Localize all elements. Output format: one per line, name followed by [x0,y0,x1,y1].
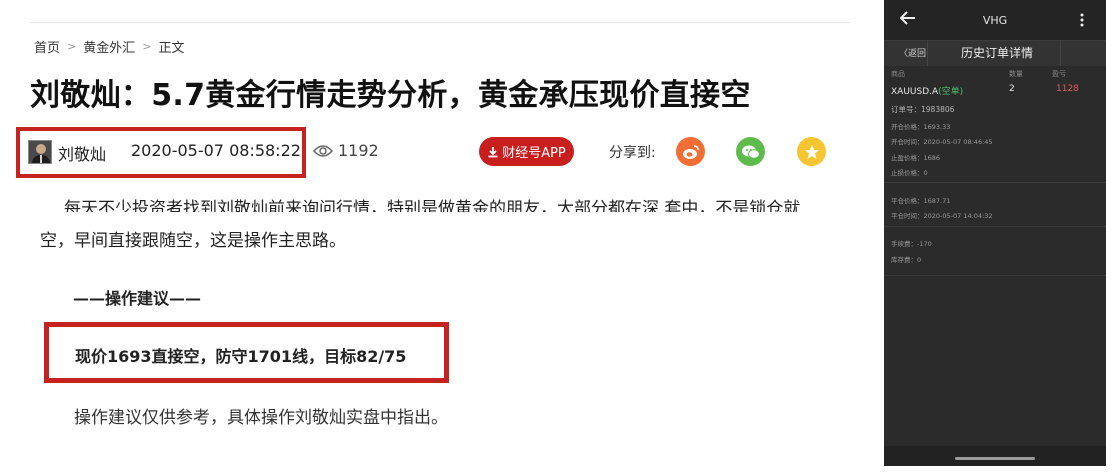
share-favorite-button[interactable] [797,137,826,166]
trade-advice: 现价1693直接空，防守1701线，目标82/75 [75,347,407,366]
close-price: 平仓价格：1687.71 [891,197,951,205]
swap-fee: 库存费：0 [891,256,922,264]
top-divider [30,22,850,23]
view-count: 1192 [313,141,379,160]
article-title: 刘敬灿：5.7黄金行情走势分析，黄金承压现价直接空 [30,78,751,113]
stop-loss-price: 止损价格：0 [891,169,928,177]
divider [1060,40,1061,66]
app-title: VHG [982,14,1008,27]
order-quantity: 2 [1009,84,1015,94]
column-header-profit: 盈亏 [1052,70,1066,78]
screen-title: 历史订单详情 [961,46,1034,60]
share-wechat-button[interactable] [736,137,765,166]
more-vertical-icon[interactable] [1080,13,1084,27]
download-icon [488,146,498,157]
take-profit-price: 止盈价格：1686 [891,154,941,162]
breadcrumb-separator: > [142,40,152,53]
weibo-icon [682,144,699,159]
finance-app-button[interactable]: 财经号APP [479,137,574,166]
article-paragraph-clipped: 每天不少投资者找到刘敬灿前来询问行情，特别是做黄金的朋友，大部分都在深 套中，不… [30,199,850,212]
open-price: 开仓价格：1693.33 [891,123,951,131]
order-direction: (空单) [938,87,964,97]
advice-disclaimer: 操作建议仅供参考，具体操作刘敬灿实盘中指出。 [74,408,448,428]
avatar[interactable] [28,140,52,164]
view-count-value: 1192 [338,141,379,160]
finance-app-label: 财经号APP [502,146,566,161]
breadcrumb-home[interactable]: 首页 [34,37,60,56]
article-panel: 首页 > 黄金外汇 > 正文 刘敬灿：5.7黄金行情走势分析，黄金承压现价直接空… [0,0,870,475]
commission: 手续费：-170 [891,240,932,248]
open-time: 开仓时间：2020-05-07 08:46:45 [891,138,993,146]
phone-screenshot: VHG 〈返回 历史订单详情 商品 数量 盈亏 XAUUSD.A(空单) 2 1… [884,0,1106,466]
author-name[interactable]: 刘敬灿 [58,141,106,165]
order-number: 订单号：1983806 [891,105,955,114]
section-divider [884,275,1106,276]
close-time: 平仓时间：2020-05-07 14:04:32 [891,212,993,220]
system-nav-bar [884,446,1106,466]
return-button[interactable]: 〈返回 [899,46,926,59]
wechat-icon [741,145,760,159]
breadcrumb-category[interactable]: 黄金外汇 [83,37,135,56]
section-divider [884,226,1106,227]
screenshot-root: 首页 > 黄金外汇 > 正文 刘敬灿：5.7黄金行情走势分析，黄金承压现价直接空… [0,0,1116,475]
eye-icon [313,144,333,157]
order-profit: 1128 [1056,84,1079,94]
share-weibo-button[interactable] [676,137,705,166]
section-divider [884,182,1106,183]
order-symbol: XAUUSD.A(空单) [891,84,963,97]
article-paragraph: 空，早间直接跟随空，这是操作主思路。 [40,231,346,251]
publish-datetime: 2020-05-07 08:58:22 [131,141,301,160]
star-icon [804,144,819,159]
symbol-text: XAUUSD.A [891,87,939,97]
advice-heading: ——操作建议—— [73,289,202,308]
paragraph-line-clipped: 每天不少投资者找到刘敬灿前来询问行情，特别是做黄金的朋友，大部分都在深 套中，不… [64,199,801,212]
column-header-qty: 数量 [1009,70,1023,78]
breadcrumb: 首页 > 黄金外汇 > 正文 [34,37,184,56]
column-header-symbol: 商品 [891,70,905,78]
home-gesture-handle[interactable] [955,457,1035,460]
share-label: 分享到: [609,145,656,161]
breadcrumb-current: 正文 [158,41,185,56]
breadcrumb-separator: > [67,40,77,53]
divider [927,40,928,66]
